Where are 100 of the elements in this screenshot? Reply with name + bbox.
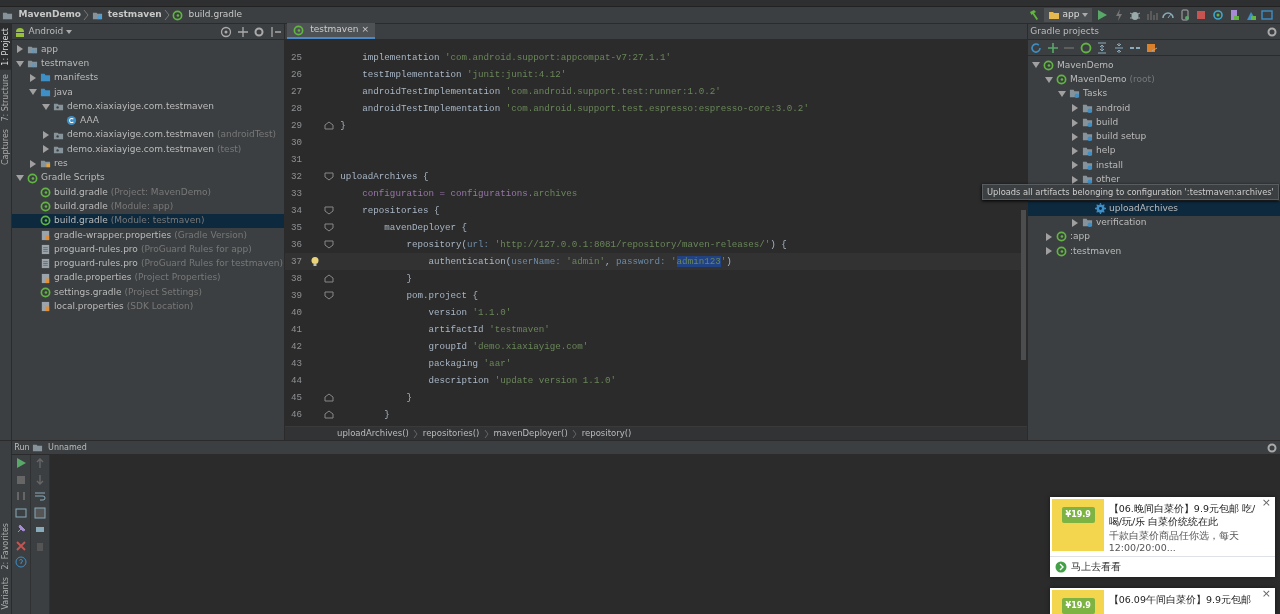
collapse-arrow-icon[interactable] (16, 174, 24, 183)
collapse-arrow-icon[interactable] (29, 88, 37, 97)
breadcrumb-link[interactable]: build.gradle (188, 8, 243, 22)
tree-item[interactable]: help (1028, 144, 1280, 159)
tree-item[interactable]: verification (1028, 215, 1280, 230)
run-icon[interactable] (1096, 9, 1109, 21)
tree-item[interactable]: build setup (1028, 129, 1280, 145)
collapse-arrow-icon[interactable] (1058, 90, 1066, 98)
expand-arrow-icon[interactable] (1045, 247, 1053, 256)
breadcrumb-link[interactable]: MavenDemo (18, 8, 82, 22)
fold-marker-icon[interactable] (324, 206, 334, 215)
sync-icon[interactable] (1211, 9, 1224, 21)
close-icon[interactable]: × (361, 23, 369, 37)
hammer-icon[interactable] (1027, 9, 1040, 21)
expand-arrow-icon[interactable] (1071, 147, 1079, 156)
expand-all-icon[interactable] (1096, 41, 1109, 54)
run-config-dropdown[interactable]: app (1044, 8, 1092, 22)
close-button[interactable]: × (1259, 588, 1273, 600)
expand-arrow-icon[interactable] (1045, 232, 1053, 241)
tool-window-tab[interactable]: 7: Structure (0, 69, 11, 126)
tree-item[interactable]: manifests (12, 70, 284, 86)
close-button[interactable]: × (1259, 497, 1273, 509)
expand-arrow-icon[interactable] (29, 74, 37, 82)
expand-arrow-icon[interactable] (1071, 218, 1079, 227)
fold-marker-icon[interactable] (324, 291, 334, 300)
fold-marker-icon[interactable] (324, 240, 334, 249)
collapse-arrow-icon[interactable] (42, 102, 50, 111)
scrollbar-thumb[interactable] (1021, 210, 1026, 360)
tree-item[interactable]: uploadArchives (1028, 201, 1280, 216)
expand-arrow-icon[interactable] (1071, 118, 1079, 127)
expand-arrow-icon[interactable] (42, 145, 50, 154)
tree-item[interactable]: Gradle Scripts (12, 170, 284, 186)
tree-item[interactable]: :app (1028, 229, 1280, 245)
expand-arrow-icon[interactable] (1071, 175, 1079, 184)
breadcrumb-link[interactable]: testmaven (107, 8, 162, 22)
tree-item[interactable]: install (1028, 158, 1280, 173)
editor-tab[interactable]: testmaven × (287, 23, 375, 39)
stop-icon[interactable] (1195, 9, 1208, 21)
tree-item[interactable]: java (12, 85, 284, 100)
gradle-elephant-icon[interactable] (1079, 41, 1092, 54)
window-icon[interactable] (1261, 9, 1274, 21)
settings-icon[interactable] (1265, 25, 1278, 38)
tree-item[interactable]: demo.xiaxiayige.com.testmaven (12, 99, 284, 114)
tree-item[interactable]: demo.xiaxiayige.com.testmaven (androidTest) (12, 128, 284, 143)
tree-item[interactable]: build.gradle (Module: testmaven) (12, 213, 284, 229)
notification-link[interactable]: 马上去看看 (1071, 559, 1121, 575)
bug-icon[interactable] (1129, 9, 1142, 21)
tree-item[interactable]: AAA (12, 113, 284, 129)
device-icon[interactable] (1228, 9, 1241, 21)
fold-marker-icon[interactable] (324, 410, 334, 419)
tree-item[interactable]: res (12, 156, 284, 171)
tree-item[interactable]: demo.xiaxiayige.com.testmaven (test) (12, 142, 284, 157)
expand-arrow-icon[interactable] (1071, 161, 1079, 170)
tree-item[interactable]: Tasks (1028, 86, 1280, 102)
target-icon[interactable] (220, 25, 233, 38)
expand-arrow-icon[interactable] (42, 131, 50, 140)
tree-item[interactable]: MavenDemo (1028, 58, 1280, 73)
gauge-icon[interactable] (1162, 9, 1175, 21)
settings-icon[interactable] (1265, 441, 1278, 454)
breadcrumb-link[interactable]: repositories() (422, 427, 480, 440)
settings-icon[interactable] (253, 25, 266, 38)
expand-arrow-icon[interactable] (1071, 132, 1079, 141)
breadcrumb-link[interactable]: mavenDeployer() (493, 427, 568, 440)
tree-item[interactable]: settings.gradle (Project Settings) (12, 285, 284, 300)
tool-window-tab[interactable]: 1: Project (0, 24, 11, 70)
script-icon[interactable] (1145, 41, 1158, 54)
run-icon[interactable] (15, 457, 27, 470)
layout-icon[interactable] (15, 506, 27, 519)
refresh-icon[interactable] (1030, 41, 1043, 54)
help-icon[interactable] (15, 556, 27, 569)
tree-item[interactable]: build (1028, 115, 1280, 130)
expand-arrow-icon[interactable] (1071, 104, 1079, 113)
tool-window-tab[interactable]: Variants (0, 573, 11, 614)
fold-marker-icon[interactable] (324, 172, 334, 181)
hide-panel-icon[interactable] (269, 25, 282, 38)
breadcrumb-link[interactable]: uploadArchives() (337, 427, 409, 440)
close-icon[interactable] (15, 539, 27, 552)
tree-item[interactable]: :testmaven (1028, 244, 1280, 259)
tree-item[interactable]: app (12, 42, 284, 57)
tool-window-tab[interactable]: 2: Favorites (0, 519, 11, 574)
collapse-arrow-icon[interactable] (1032, 61, 1040, 70)
fold-marker-icon[interactable] (324, 121, 334, 130)
collapse-arrow-icon[interactable] (16, 59, 24, 68)
tree-item[interactable]: testmaven (12, 56, 284, 71)
collapse-arrow-icon[interactable] (1045, 75, 1053, 84)
tree-item[interactable]: other (1028, 172, 1280, 187)
expand-arrow-icon[interactable] (29, 159, 37, 168)
plus-icon[interactable] (1046, 41, 1059, 54)
run-config-tab[interactable]: Unnamed (48, 441, 87, 454)
fold-marker-icon[interactable] (324, 223, 334, 232)
scroll-end-icon[interactable] (34, 506, 46, 519)
view-selector[interactable]: Android (28, 24, 64, 39)
expand-arrow-icon[interactable] (16, 45, 24, 54)
phone-icon[interactable] (1178, 9, 1191, 21)
breadcrumb-link[interactable]: repository() (581, 427, 632, 440)
fold-marker-icon[interactable] (324, 274, 334, 283)
wrap-icon[interactable] (34, 490, 46, 503)
fold-marker-icon[interactable] (324, 393, 334, 402)
tool-window-tab[interactable]: Captures (0, 125, 11, 170)
tree-item[interactable]: android (1028, 101, 1280, 116)
